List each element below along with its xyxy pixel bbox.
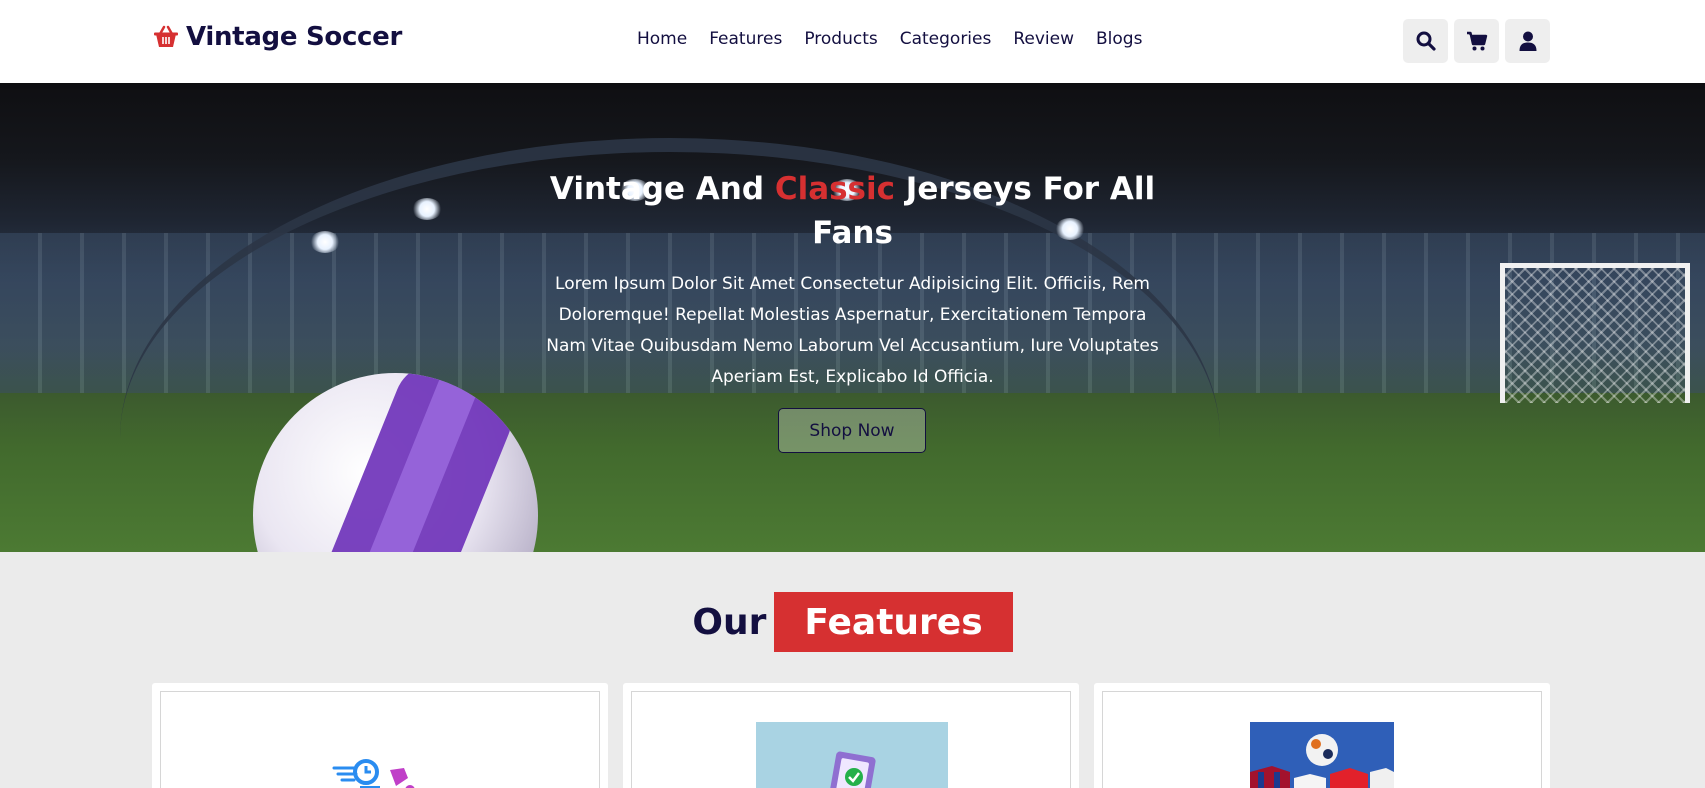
nav-blogs[interactable]: Blogs	[1096, 29, 1142, 49]
logo[interactable]: Vintage Soccer	[152, 22, 402, 52]
logo-text: Vintage Soccer	[186, 22, 403, 52]
nav-home[interactable]: Home	[637, 29, 687, 49]
cart-icon	[1466, 31, 1487, 51]
goal-net-image	[1500, 263, 1690, 403]
delivery-icon	[332, 759, 415, 788]
nav-categories[interactable]: Categories	[900, 29, 992, 49]
hero-content: Vintage And Classic Jerseys For All Fans…	[540, 167, 1165, 393]
site-header: Vintage Soccer Home Features Products Ca…	[0, 0, 1705, 83]
payment-image	[756, 722, 948, 788]
floodlight	[310, 231, 340, 253]
heading-our: Our	[692, 601, 767, 643]
hero-section: Vintage And Classic Jerseys For All Fans…	[0, 83, 1705, 552]
user-icon	[1519, 31, 1536, 51]
shop-now-button[interactable]: Shop Now	[778, 408, 926, 453]
heading-features: Features	[774, 592, 1013, 652]
nav-features[interactable]: Features	[709, 29, 782, 49]
feature-card	[1094, 683, 1550, 788]
basket-icon	[154, 25, 178, 47]
floodlight	[412, 198, 442, 220]
main-nav: Home Features Products Categories Review…	[637, 29, 1142, 49]
jerseys-image	[1250, 722, 1394, 788]
hero-description: Lorem Ipsum Dolor Sit Amet Consectetur A…	[546, 274, 1159, 387]
nav-review[interactable]: Review	[1013, 29, 1074, 49]
search-button[interactable]	[1403, 19, 1448, 63]
nav-products[interactable]: Products	[804, 29, 877, 49]
hero-title-accent: Classic	[774, 171, 896, 207]
cart-button[interactable]	[1454, 19, 1499, 63]
features-heading: Our Features	[0, 592, 1705, 652]
hero-title-part1: Vintage And	[549, 171, 775, 207]
feature-card	[623, 683, 1079, 788]
search-icon	[1416, 31, 1436, 51]
hero-title: Vintage And Classic Jerseys For All Fans	[540, 167, 1165, 255]
user-button[interactable]	[1505, 19, 1550, 63]
header-icons	[1403, 19, 1550, 63]
feature-card	[152, 683, 608, 788]
